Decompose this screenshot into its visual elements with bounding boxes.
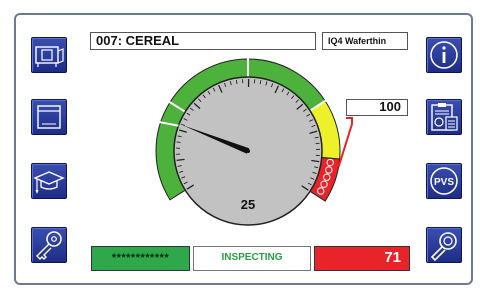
gauge-tick [176, 141, 181, 143]
password-field[interactable]: ************ [91, 246, 190, 271]
setpoint-value[interactable]: 100 [346, 99, 408, 116]
gauge-center-value: 25 [241, 197, 255, 212]
reject-counter: 71 [314, 246, 410, 271]
needle-hub [246, 149, 250, 153]
gauge-tick [235, 79, 238, 84]
setpoint-leader-line [337, 117, 353, 168]
inspection-status: INSPECTING [193, 246, 311, 271]
